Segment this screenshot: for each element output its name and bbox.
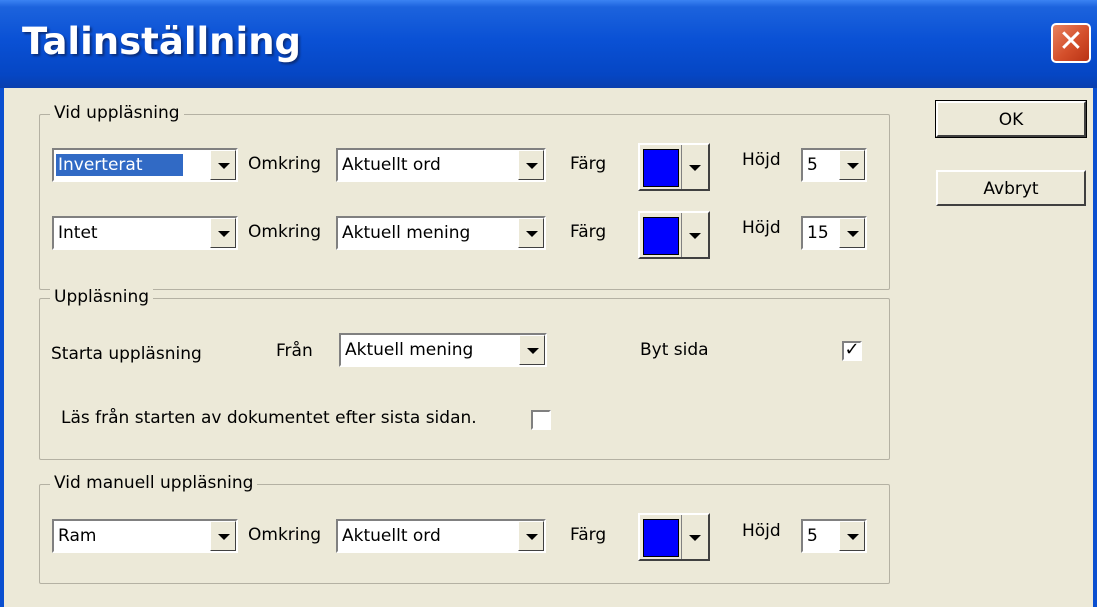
byt-sida-checkbox[interactable]: ✓ — [842, 341, 862, 361]
hojd-select-2[interactable]: 15 — [801, 216, 867, 250]
chevron-down-icon — [681, 145, 709, 189]
chevron-down-icon[interactable] — [519, 335, 545, 365]
group-vid-upplasning-legend: Vid uppläsning — [50, 103, 184, 123]
hojd-value: 5 — [807, 155, 818, 175]
color-swatch — [643, 149, 679, 187]
hojd-select[interactable]: 5 — [801, 148, 867, 182]
farg-label: Färg — [570, 222, 607, 242]
omkring-select-2[interactable]: Aktuell mening — [336, 216, 546, 250]
manual-color-picker-button[interactable] — [638, 513, 710, 561]
farg-label: Färg — [570, 525, 607, 545]
hojd-value: 15 — [807, 223, 829, 243]
chevron-down-icon[interactable] — [839, 521, 865, 551]
checkmark-icon: ✓ — [844, 339, 860, 360]
hojd-label: Höjd — [742, 521, 781, 541]
ok-button[interactable]: OK — [935, 100, 1087, 138]
fran-label: Från — [276, 341, 313, 361]
highlight-style-select[interactable]: Inverterat — [52, 148, 238, 182]
omkring-value: Aktuellt ord — [342, 526, 441, 546]
hojd-label: Höjd — [742, 150, 781, 170]
chevron-down-icon — [681, 515, 709, 559]
close-icon: ✕ — [1058, 24, 1084, 59]
group-vid-manuell-upplasning-legend: Vid manuell uppläsning — [50, 473, 258, 493]
highlight-style-select-2[interactable]: Intet — [52, 216, 238, 250]
fran-select[interactable]: Aktuell mening — [339, 333, 547, 367]
omkring-label: Omkring — [248, 222, 322, 242]
chevron-down-icon[interactable] — [210, 218, 236, 248]
hojd-label: Höjd — [742, 218, 781, 238]
cancel-button[interactable]: Avbryt — [936, 170, 1086, 206]
omkring-select[interactable]: Aktuellt ord — [336, 148, 546, 182]
read-from-start-checkbox[interactable] — [531, 410, 551, 430]
color-swatch — [643, 217, 679, 255]
chevron-down-icon[interactable] — [518, 150, 544, 180]
chevron-down-icon[interactable] — [839, 218, 865, 248]
highlight-style-value: Ram — [58, 526, 97, 546]
manual-omkring-select[interactable]: Aktuellt ord — [336, 519, 546, 553]
chevron-down-icon[interactable] — [210, 150, 236, 180]
title-bar: Talinställning ✕ — [0, 0, 1097, 88]
chevron-down-icon[interactable] — [839, 150, 865, 180]
read-from-start-label: Läs från starten av dokumentet efter sis… — [61, 408, 477, 428]
group-upplasning: Uppläsning — [39, 287, 890, 460]
color-swatch — [643, 519, 679, 557]
omkring-label: Omkring — [248, 154, 322, 174]
highlight-style-value: Inverterat — [56, 154, 183, 176]
group-vid-upplasning: Vid uppläsning — [39, 103, 890, 290]
group-upplasning-legend: Uppläsning — [50, 287, 154, 307]
dialog-client: Vid uppläsning Inverterat Omkring Aktuel… — [0, 88, 1097, 607]
highlight-style-value: Intet — [58, 223, 98, 243]
farg-label: Färg — [570, 154, 607, 174]
manual-highlight-style-select[interactable]: Ram — [52, 519, 238, 553]
byt-sida-label: Byt sida — [640, 340, 709, 360]
chevron-down-icon[interactable] — [210, 521, 236, 551]
color-picker-button[interactable] — [638, 143, 710, 191]
chevron-down-icon — [681, 213, 709, 257]
chevron-down-icon[interactable] — [518, 521, 544, 551]
omkring-value: Aktuell mening — [342, 223, 471, 243]
window-title: Talinställning — [22, 20, 302, 63]
omkring-value: Aktuellt ord — [342, 155, 441, 175]
manual-hojd-select[interactable]: 5 — [801, 519, 867, 553]
omkring-label: Omkring — [248, 525, 322, 545]
hojd-value: 5 — [807, 526, 818, 546]
chevron-down-icon[interactable] — [518, 218, 544, 248]
color-picker-button-2[interactable] — [638, 211, 710, 259]
starta-upplasning-label: Starta uppläsning — [51, 344, 202, 364]
close-button[interactable]: ✕ — [1051, 23, 1091, 63]
fran-value: Aktuell mening — [345, 340, 474, 360]
